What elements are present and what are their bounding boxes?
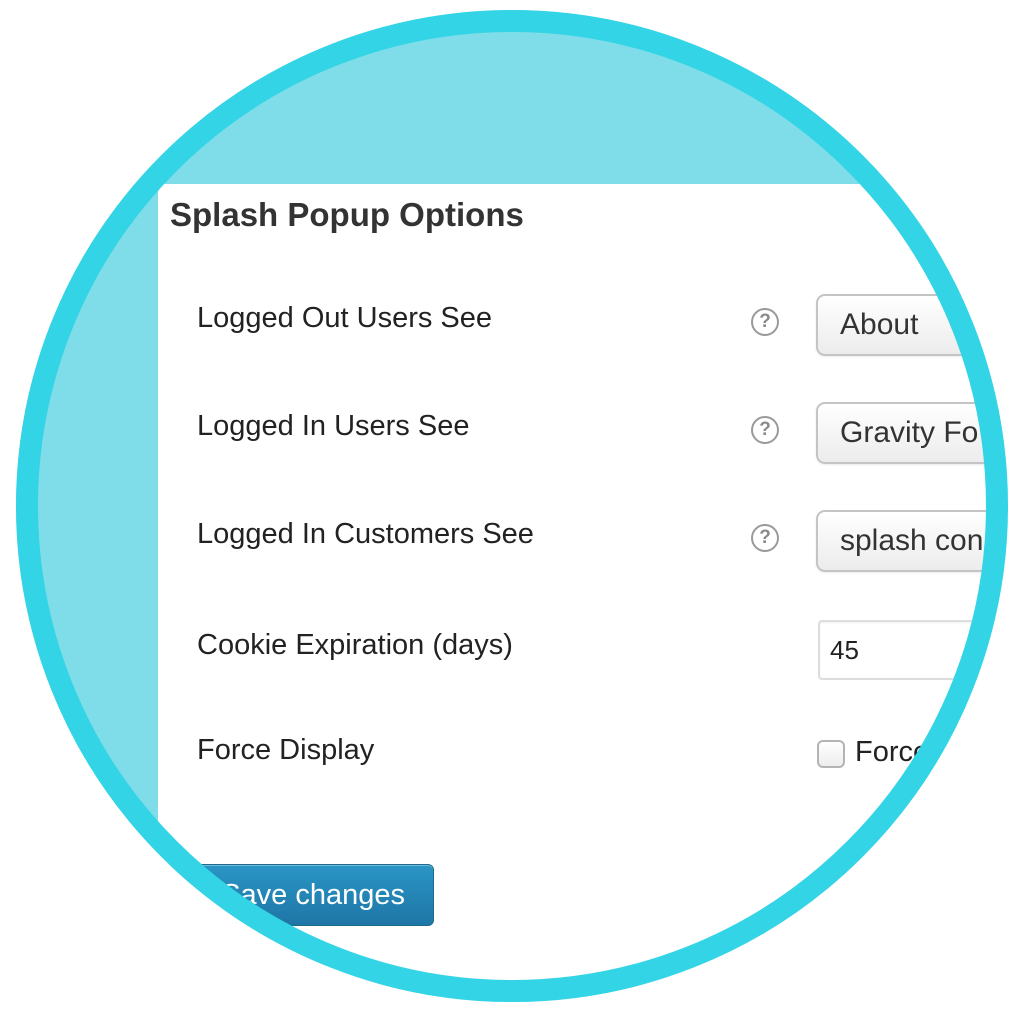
- logged-out-users-label: Logged Out Users See: [197, 302, 493, 334]
- logged-in-users-label: Logged In Users See: [197, 410, 470, 442]
- force-display-label: Force Display: [197, 734, 375, 766]
- logged-out-users-select[interactable]: About: [816, 294, 1008, 356]
- logged-in-customers-select[interactable]: splash con: [816, 510, 1008, 572]
- question-circle-icon[interactable]: ?: [751, 308, 779, 336]
- save-changes-button[interactable]: Save changes: [150, 864, 434, 926]
- logged-in-customers-label: Logged In Customers See: [197, 518, 534, 550]
- force-display-checkbox-label[interactable]: Force: [855, 736, 929, 769]
- logged-in-users-select[interactable]: Gravity Fo: [816, 402, 1008, 464]
- page-title: Splash Popup Options: [170, 196, 524, 233]
- question-circle-icon[interactable]: ?: [751, 416, 779, 444]
- question-circle-icon[interactable]: ?: [751, 524, 779, 552]
- circular-frame: Splash Popup Options Logged Out Users Se…: [16, 10, 1008, 1002]
- cookie-expiration-label: Cookie Expiration (days): [197, 629, 513, 661]
- cookie-expiration-input[interactable]: [818, 620, 1008, 680]
- force-display-checkbox[interactable]: [817, 740, 845, 768]
